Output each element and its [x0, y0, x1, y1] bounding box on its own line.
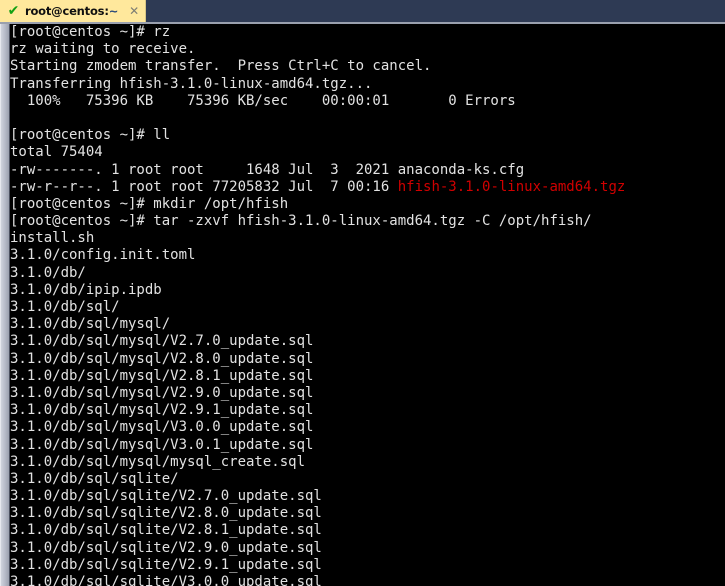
terminal-line: 3.1.0/db/sql/mysql/V3.0.1_update.sql — [10, 436, 314, 453]
terminal-line: rz waiting to receive. — [10, 41, 196, 58]
terminal-line: Starting zmodem transfer. Press Ctrl+C t… — [10, 58, 432, 75]
terminal-line: 3.1.0/db/sql/mysql/V2.7.0_update.sql — [10, 333, 314, 350]
terminal-line: 100% 75396 KB 75396 KB/sec 00:00:01 0 Er… — [10, 92, 516, 109]
terminal-line: total 75404 — [10, 144, 103, 161]
terminal-line: 3.1.0/db/sql/mysql/ — [10, 316, 171, 333]
terminal-line: Transferring hfish-3.1.0-linux-amd64.tgz… — [10, 75, 373, 92]
terminal-scrollbar[interactable] — [0, 24, 10, 586]
terminal-line: 3.1.0/db/sql/sqlite/V2.8.0_update.sql — [10, 505, 322, 522]
terminal-line: 3.1.0/db/sql/ — [10, 299, 120, 315]
terminal-line: 3.1.0/db/sql/sqlite/V2.9.1_update.sql — [10, 556, 322, 573]
tab-title: root@centos:~ — [25, 4, 118, 18]
terminal-line-segment: -rw-r--r--. 1 root root 77205832 Jul 7 0… — [10, 178, 398, 195]
terminal-line: install.sh — [10, 230, 95, 247]
terminal-line: 3.1.0/db/sql/mysql/V2.9.1_update.sql — [10, 402, 314, 419]
tab-title-path: ~ — [108, 4, 119, 18]
terminal-output[interactable]: [root@centos ~]# rz rz waiting to receive… — [10, 24, 725, 586]
terminal-body: [root@centos ~]# rz rz waiting to receive… — [0, 22, 725, 586]
terminal-line: 3.1.0/db/sql/mysql/V2.8.1_update.sql — [10, 367, 314, 384]
terminal-line: 3.1.0/db/ipip.ipdb — [10, 281, 162, 298]
terminal-line: -rw-------. 1 root root 1648 Jul 3 2021 … — [10, 161, 525, 178]
terminal-line-segment: hfish-3.1.0-linux-amd64.tgz — [397, 178, 626, 195]
check-mark-icon: ✔ — [7, 2, 20, 19]
terminal-line: 3.1.0/db/sql/sqlite/V2.9.0_update.sql — [10, 539, 322, 556]
terminal-line: 3.1.0/db/ — [10, 264, 86, 281]
terminal-line: 3.1.0/db/sql/sqlite/ — [10, 470, 179, 487]
terminal-line: 3.1.0/db/sql/mysql/mysql_create.sql — [10, 453, 306, 470]
terminal-window: ✔ root@centos:~ ✕ [root@centos ~]# rz rz … — [0, 0, 725, 586]
terminal-line: 3.1.0/config.init.toml — [10, 247, 196, 264]
scrollbar-thumb[interactable] — [0, 24, 9, 586]
terminal-line: -rw-r--r--. 1 root root 77205832 Jul 7 0… — [10, 179, 725, 196]
terminal-tab-root-centos[interactable]: ✔ root@centos:~ ✕ — [0, 0, 147, 22]
terminal-line: [root@centos ~]# tar -zxvf hfish-3.1.0-l… — [10, 213, 592, 230]
close-icon[interactable]: ✕ — [129, 5, 139, 17]
terminal-line: 3.1.0/db/sql/mysql/V3.0.0_update.sql — [10, 419, 314, 436]
terminal-line: [root@centos ~]# rz — [10, 24, 171, 40]
terminal-line: 3.1.0/db/sql/mysql/V2.9.0_update.sql — [10, 384, 314, 401]
titlebar-empty-area — [146, 0, 725, 22]
tab-title-userhost: root@centos: — [25, 4, 109, 18]
window-titlebar: ✔ root@centos:~ ✕ — [0, 0, 725, 22]
terminal-line: 3.1.0/db/sql/sqlite/V2.7.0_update.sql — [10, 488, 322, 505]
terminal-line: [root@centos ~]# ll — [10, 127, 171, 144]
terminal-line: 3.1.0/db/sql/mysql/V2.8.0_update.sql — [10, 350, 314, 367]
terminal-line: 3.1.0/db/sql/sqlite/V2.8.1_update.sql — [10, 522, 322, 539]
terminal-line: 3.1.0/db/sql/sqlite/V3.0.0_update.sql — [10, 574, 322, 586]
terminal-line: [root@centos ~]# mkdir /opt/hfish — [10, 195, 289, 212]
